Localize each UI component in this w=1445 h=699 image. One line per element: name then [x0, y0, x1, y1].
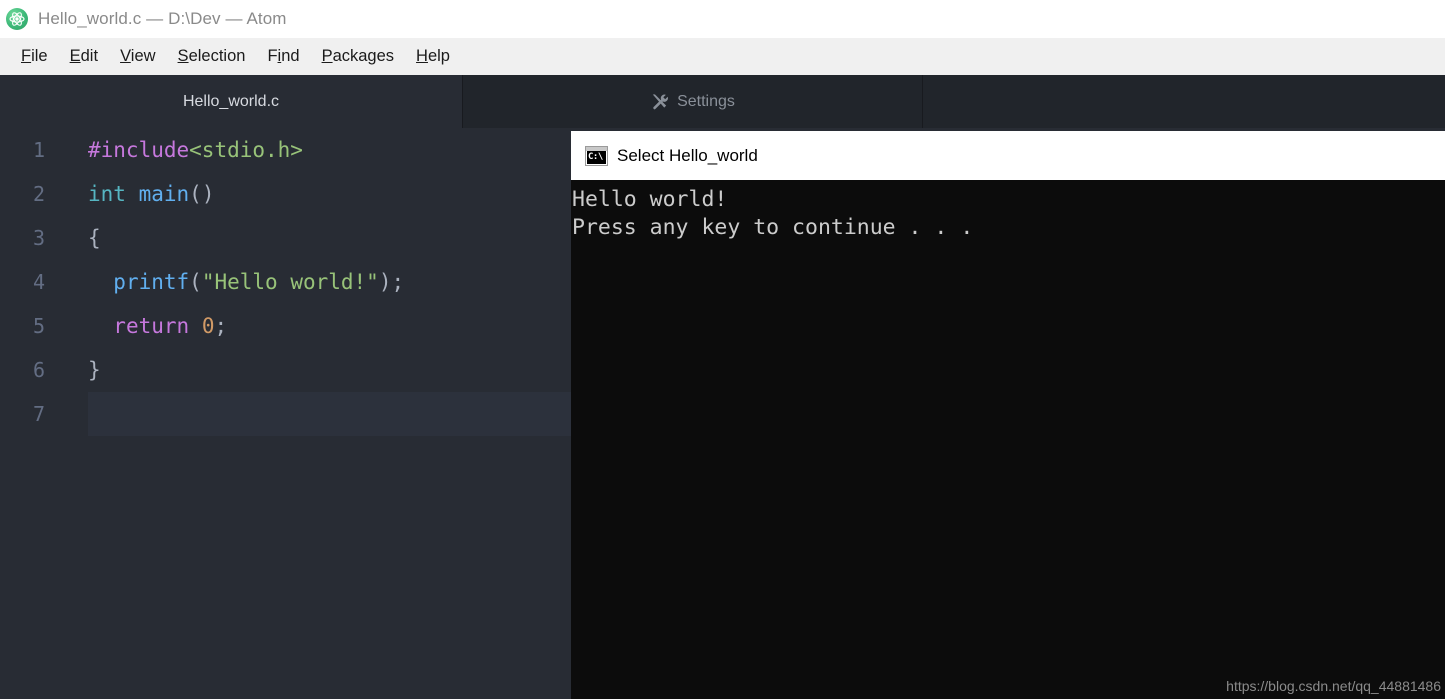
menubar: File Edit View Selection Find Packages H…	[0, 38, 1445, 75]
menu-item-find[interactable]: Find	[256, 45, 310, 68]
console-output: Hello world! Press any key to continue .…	[571, 180, 1445, 242]
tab-label: Hello_world.c	[183, 93, 279, 111]
code-line-text: }	[58, 358, 101, 382]
line-number: 4	[0, 270, 58, 294]
menu-item-selection[interactable]: Selection	[167, 45, 257, 68]
window-title: Hello_world.c — D:\Dev — Atom	[38, 9, 287, 29]
tab-hello-world-c[interactable]: Hello_world.c	[0, 75, 462, 128]
console-titlebar: C:\ Select Hello_world	[571, 131, 1445, 180]
atom-logo-icon	[6, 8, 28, 30]
code-line-text: printf("Hello world!");	[58, 270, 404, 294]
line-number: 5	[0, 314, 58, 338]
line-number: 2	[0, 182, 58, 206]
menu-item-packages[interactable]: Packages	[311, 45, 405, 68]
watermark: https://blog.csdn.net/qq_44881486	[1226, 678, 1441, 694]
menu-item-view[interactable]: View	[109, 45, 166, 68]
code-line-text: int main()	[58, 182, 214, 206]
menu-item-edit[interactable]: Edit	[59, 45, 109, 68]
code-line-text: {	[58, 226, 101, 250]
tab-label: Settings	[677, 93, 735, 111]
line-number: 3	[0, 226, 58, 250]
tabbar: Hello_world.c Settings	[0, 75, 1445, 128]
menu-item-help[interactable]: Help	[405, 45, 461, 68]
line-number: 7	[0, 402, 58, 426]
window-titlebar: Hello_world.c — D:\Dev — Atom	[0, 0, 1445, 38]
console-title: Select Hello_world	[617, 146, 758, 166]
cmd-prompt-icon: C:\	[585, 146, 608, 166]
tools-wrench-icon	[650, 92, 669, 111]
code-line-text: return 0;	[58, 314, 227, 338]
atom-editor-window: Hello_world.c — D:\Dev — Atom File Edit …	[0, 0, 1445, 699]
tabbar-empty-area	[924, 75, 1445, 128]
line-number: 6	[0, 358, 58, 382]
code-line-text: #include<stdio.h>	[58, 138, 303, 162]
console-window[interactable]: C:\ Select Hello_world Hello world! Pres…	[571, 131, 1445, 699]
line-number: 1	[0, 138, 58, 162]
menu-item-file[interactable]: File	[10, 45, 59, 68]
tab-settings[interactable]: Settings	[462, 75, 923, 128]
